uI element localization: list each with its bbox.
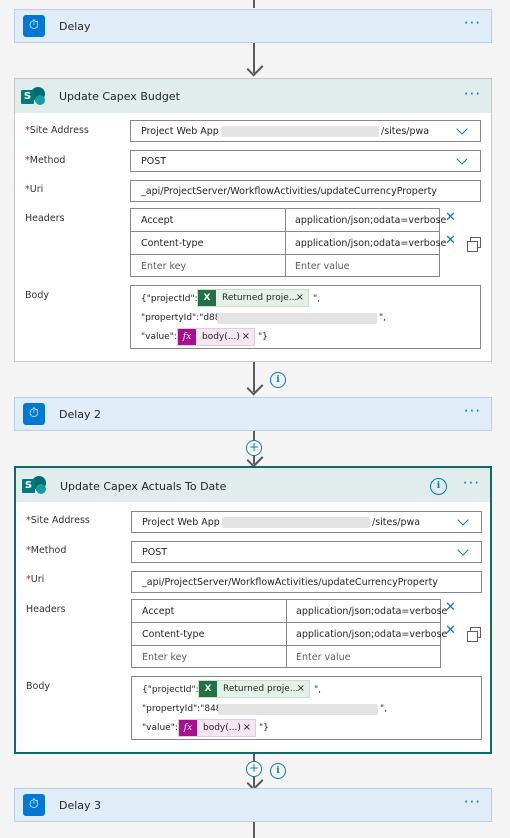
close-icon[interactable]: ✕	[445, 600, 456, 615]
site-address-dropdown[interactable]: Project Web App - /sites/pwa	[130, 120, 481, 142]
token-close-icon[interactable]: ×	[243, 722, 251, 733]
delay-title: Delay	[59, 20, 91, 33]
card-header[interactable]: S Update Capex Actuals To Date i ···	[16, 468, 490, 502]
arrow-down-icon	[246, 59, 264, 77]
token-close-icon[interactable]: ×	[297, 683, 305, 694]
returned-project-token[interactable]: X Returned proje... ×	[197, 289, 309, 307]
chevron-down-icon[interactable]	[456, 123, 468, 135]
method-dropdown[interactable]: POST	[131, 541, 482, 563]
update-capex-actuals-card: S Update Capex Actuals To Date i ··· *Si…	[14, 466, 492, 754]
redacted-text	[218, 704, 378, 715]
delay-3-card[interactable]: ⏱ Delay 3 ···	[14, 788, 492, 822]
headers-table: Accept application/json;odata=verbose Con…	[131, 599, 447, 669]
body-input[interactable]: {"projectId":" X Returned proje... × ", …	[130, 285, 481, 349]
more-options-icon[interactable]: ···	[464, 14, 481, 32]
close-icon[interactable]: ✕	[445, 233, 456, 248]
close-icon[interactable]: ✕	[445, 623, 456, 638]
timer-icon: ⏱	[23, 15, 45, 37]
card-title: Update Capex Actuals To Date	[60, 480, 227, 493]
site-address-label: *Site Address	[26, 515, 90, 526]
more-options-icon[interactable]: ···	[463, 474, 480, 492]
more-options-icon[interactable]: ···	[464, 793, 481, 811]
more-options-icon[interactable]: ···	[464, 85, 481, 103]
body-expression-token[interactable]: fx body(...) ×	[177, 328, 255, 346]
update-capex-budget-card: S Update Capex Budget ··· *Site Address …	[14, 78, 492, 362]
delay-title: Delay 3	[59, 799, 102, 812]
header-row[interactable]: Content-type application/json;odata=verbo…	[132, 623, 447, 646]
copy-icon[interactable]	[467, 237, 481, 252]
value-input[interactable]: Enter value	[295, 261, 349, 272]
header-row-empty[interactable]: Enter key Enter value	[131, 255, 439, 278]
token-close-icon[interactable]: ×	[242, 331, 250, 342]
card-title: Update Capex Budget	[59, 90, 180, 103]
more-options-icon[interactable]: ···	[464, 402, 481, 420]
headers-table: Accept application/json;odata=verbose Con…	[130, 208, 446, 278]
uri-label: *Uri	[25, 184, 44, 195]
uri-input[interactable]: _api/ProjectServer/WorkflowActivities/up…	[131, 571, 482, 593]
headers-label: Headers	[25, 213, 65, 224]
redacted-text	[222, 517, 370, 528]
header-row[interactable]: Content-type application/json;odata=verbo…	[131, 232, 446, 255]
chevron-down-icon[interactable]	[456, 153, 468, 165]
uri-input[interactable]: _api/ProjectServer/WorkflowActivities/up…	[130, 180, 481, 202]
info-icon[interactable]: i	[430, 478, 447, 495]
close-icon[interactable]: ✕	[445, 210, 456, 225]
token-close-icon[interactable]: ×	[296, 292, 304, 303]
excel-icon: X	[199, 681, 217, 697]
connector-line	[253, 0, 255, 8]
uri-label: *Uri	[26, 574, 45, 585]
headers-label: Headers	[26, 604, 66, 615]
method-label: *Method	[25, 155, 66, 166]
method-dropdown[interactable]: POST	[130, 150, 481, 172]
fx-icon: fx	[179, 720, 197, 736]
sharepoint-icon: S	[21, 85, 45, 109]
info-icon[interactable]: i	[270, 372, 286, 388]
header-row-empty[interactable]: Enter key Enter value	[132, 646, 440, 669]
body-input[interactable]: {"projectId":" X Returned proje... × ", …	[131, 676, 482, 740]
connector-line	[253, 822, 255, 838]
value-input[interactable]: Enter value	[296, 652, 350, 663]
body-label: Body	[26, 681, 50, 692]
chevron-down-icon[interactable]	[457, 544, 469, 556]
body-expression-token[interactable]: fx body(...) ×	[178, 719, 256, 737]
header-row[interactable]: Accept application/json;odata=verbose	[131, 209, 446, 232]
info-icon[interactable]: i	[270, 763, 286, 779]
key-input[interactable]: Enter key	[142, 652, 187, 663]
excel-icon: X	[198, 290, 216, 306]
returned-project-token[interactable]: X Returned proje... ×	[198, 680, 310, 698]
fx-icon: fx	[178, 329, 196, 345]
header-row[interactable]: Accept application/json;odata=verbose	[132, 600, 447, 623]
body-label: Body	[25, 290, 49, 301]
delay-title: Delay 2	[59, 408, 102, 421]
timer-icon: ⏱	[23, 403, 45, 425]
sharepoint-icon: S	[22, 474, 46, 498]
arrow-down-icon	[246, 378, 264, 396]
delay-2-card[interactable]: ⏱ Delay 2 ···	[14, 397, 492, 431]
chevron-down-icon[interactable]	[457, 514, 469, 526]
key-input[interactable]: Enter key	[141, 261, 186, 272]
timer-icon: ⏱	[23, 794, 45, 816]
card-header[interactable]: S Update Capex Budget ···	[15, 79, 491, 113]
redacted-text	[217, 313, 377, 324]
copy-icon[interactable]	[467, 627, 481, 642]
site-address-label: *Site Address	[25, 125, 89, 136]
method-label: *Method	[26, 545, 67, 556]
delay-card[interactable]: ⏱ Delay ···	[14, 9, 492, 43]
site-address-dropdown[interactable]: Project Web App - /sites/pwa	[131, 511, 482, 533]
redacted-text	[221, 126, 379, 137]
